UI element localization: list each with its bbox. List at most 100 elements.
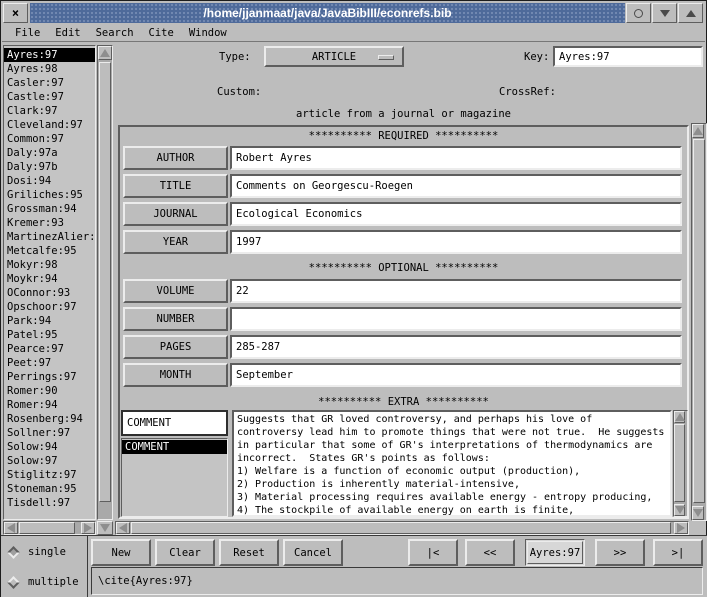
reference-list-item[interactable]: Cleveland:97 [4, 118, 95, 132]
reference-list-item[interactable]: Sollner:97 [4, 426, 95, 440]
scroll-right-arrow-icon[interactable] [81, 522, 95, 534]
close-button[interactable]: × [3, 3, 28, 23]
key-field[interactable] [553, 46, 703, 67]
reference-list-item[interactable]: Mokyr:98 [4, 258, 95, 272]
number-field-button[interactable]: NUMBER [123, 307, 228, 331]
reference-list-item[interactable]: Daly:97a [4, 146, 95, 160]
reference-list-item[interactable]: Ayres:98 [4, 62, 95, 76]
nav-first-button[interactable]: |< [408, 539, 458, 566]
scroll-up-arrow-icon[interactable] [692, 124, 704, 138]
reference-list-item[interactable]: Common:97 [4, 132, 95, 146]
iconify-button[interactable] [626, 3, 651, 23]
reference-list-item[interactable]: Perrings:97 [4, 370, 95, 384]
list-horizontal-scrollbar[interactable] [3, 521, 96, 535]
reference-list-item[interactable]: Tisdell:97 [4, 496, 95, 510]
title-input[interactable] [230, 174, 682, 198]
reference-list-item[interactable]: Daly:97b [4, 160, 95, 174]
reference-list[interactable]: Ayres:97Ayres:98Casler:97Castle:97Clark:… [3, 45, 96, 520]
reference-list-item[interactable]: Opschoor:97 [4, 300, 95, 314]
menu-item[interactable]: Cite [149, 27, 174, 39]
reference-list-item[interactable]: Stoneman:95 [4, 482, 95, 496]
scroll-left-arrow-icon[interactable] [116, 522, 130, 534]
scrollbar-thumb[interactable] [19, 522, 75, 534]
scroll-up-arrow-icon[interactable] [674, 411, 685, 423]
extra-field-name-input[interactable]: COMMENT [121, 410, 228, 436]
extra-text-content: Suggests that GR loved controversy, and … [234, 412, 670, 517]
reference-list-item[interactable]: Ayres:97 [4, 48, 95, 62]
pages-field-button[interactable]: PAGES [123, 335, 228, 359]
scroll-right-arrow-icon[interactable] [674, 522, 688, 534]
journal-input[interactable] [230, 202, 682, 226]
single-mode-radio[interactable]: single [9, 546, 66, 558]
journal-field-button[interactable]: JOURNAL [123, 202, 228, 226]
author-field-button[interactable]: AUTHOR [123, 146, 228, 170]
volume-input[interactable] [230, 279, 682, 303]
reference-list-item[interactable]: Dosi:94 [4, 174, 95, 188]
reference-list-item[interactable]: OConnor:93 [4, 286, 95, 300]
menu-item[interactable]: Window [189, 27, 227, 39]
reference-list-item[interactable]: Kremer:93 [4, 216, 95, 230]
reference-list-item[interactable]: Moykr:94 [4, 272, 95, 286]
main-horizontal-scrollbar[interactable] [115, 521, 689, 535]
menu-item[interactable]: Edit [55, 27, 80, 39]
reference-list-item[interactable]: Grossman:94 [4, 202, 95, 216]
reference-list-item[interactable]: Castle:97 [4, 90, 95, 104]
type-dropdown[interactable]: ARTICLE [264, 46, 404, 67]
extra-field-list[interactable]: COMMENT [121, 438, 228, 517]
number-input[interactable] [230, 307, 682, 331]
menu-item[interactable]: Search [96, 27, 134, 39]
scrollbar-thumb[interactable] [131, 522, 671, 534]
raise-button[interactable] [678, 3, 703, 23]
reference-list-item[interactable]: Clark:97 [4, 104, 95, 118]
nav-current-key-field[interactable]: Ayres:97 [525, 539, 585, 566]
scroll-up-arrow-icon[interactable] [98, 46, 112, 60]
scroll-down-arrow-icon[interactable] [692, 506, 704, 520]
pages-input[interactable] [230, 335, 682, 359]
reference-list-item[interactable]: Romer:94 [4, 398, 95, 412]
scroll-down-arrow-icon[interactable] [97, 521, 113, 535]
textarea-vertical-scrollbar[interactable] [673, 410, 688, 517]
single-mode-label: single [28, 546, 66, 558]
cancel-button[interactable]: Cancel [283, 539, 343, 566]
reference-list-item[interactable]: Solow:94 [4, 440, 95, 454]
scroll-left-arrow-icon[interactable] [4, 522, 18, 534]
nav-next-button[interactable]: >> [595, 539, 645, 566]
reference-list-item[interactable]: Metcalfe:95 [4, 244, 95, 258]
main-vertical-scrollbar[interactable] [691, 123, 707, 521]
scrollbar-thumb[interactable] [99, 62, 111, 502]
scroll-down-arrow-icon[interactable] [674, 504, 685, 516]
year-field-button[interactable]: YEAR [123, 230, 228, 254]
reference-list-item[interactable]: Rosenberg:94 [4, 412, 95, 426]
reference-list-item[interactable]: Stiglitz:97 [4, 468, 95, 482]
lower-button[interactable] [652, 3, 677, 23]
reference-list-item[interactable]: Patel:95 [4, 328, 95, 342]
scrollbar-thumb[interactable] [674, 424, 685, 502]
extra-field-list-item[interactable]: COMMENT [122, 440, 227, 454]
menu-item[interactable]: File [15, 27, 40, 39]
author-input[interactable] [230, 146, 682, 170]
nav-last-button[interactable]: >| [653, 539, 703, 566]
month-input[interactable] [230, 363, 682, 387]
button-label: Cancel [294, 547, 332, 559]
reference-list-item[interactable]: Romer:90 [4, 384, 95, 398]
reference-list-item[interactable]: Pearce:97 [4, 342, 95, 356]
new-button[interactable]: New [91, 539, 151, 566]
reset-button[interactable]: Reset [219, 539, 279, 566]
cite-command-field[interactable]: \cite{Ayres:97} [91, 567, 703, 595]
scrollbar-thumb[interactable] [693, 139, 705, 503]
reference-list-item[interactable]: MartinezAlier:9 [4, 230, 95, 244]
reference-list-item[interactable]: Solow:97 [4, 454, 95, 468]
title-field-button[interactable]: TITLE [123, 174, 228, 198]
reference-list-item[interactable]: Peet:97 [4, 356, 95, 370]
volume-field-button[interactable]: VOLUME [123, 279, 228, 303]
reference-list-item[interactable]: Park:94 [4, 314, 95, 328]
list-vertical-scrollbar[interactable] [97, 45, 113, 520]
clear-button[interactable]: Clear [155, 539, 215, 566]
reference-list-item[interactable]: Casler:97 [4, 76, 95, 90]
nav-prev-button[interactable]: << [465, 539, 515, 566]
month-field-button[interactable]: MONTH [123, 363, 228, 387]
extra-textarea[interactable]: Suggests that GR loved controversy, and … [232, 410, 672, 517]
multiple-mode-radio[interactable]: multiple [9, 576, 79, 588]
year-input[interactable] [230, 230, 682, 254]
reference-list-item[interactable]: Griliches:95 [4, 188, 95, 202]
